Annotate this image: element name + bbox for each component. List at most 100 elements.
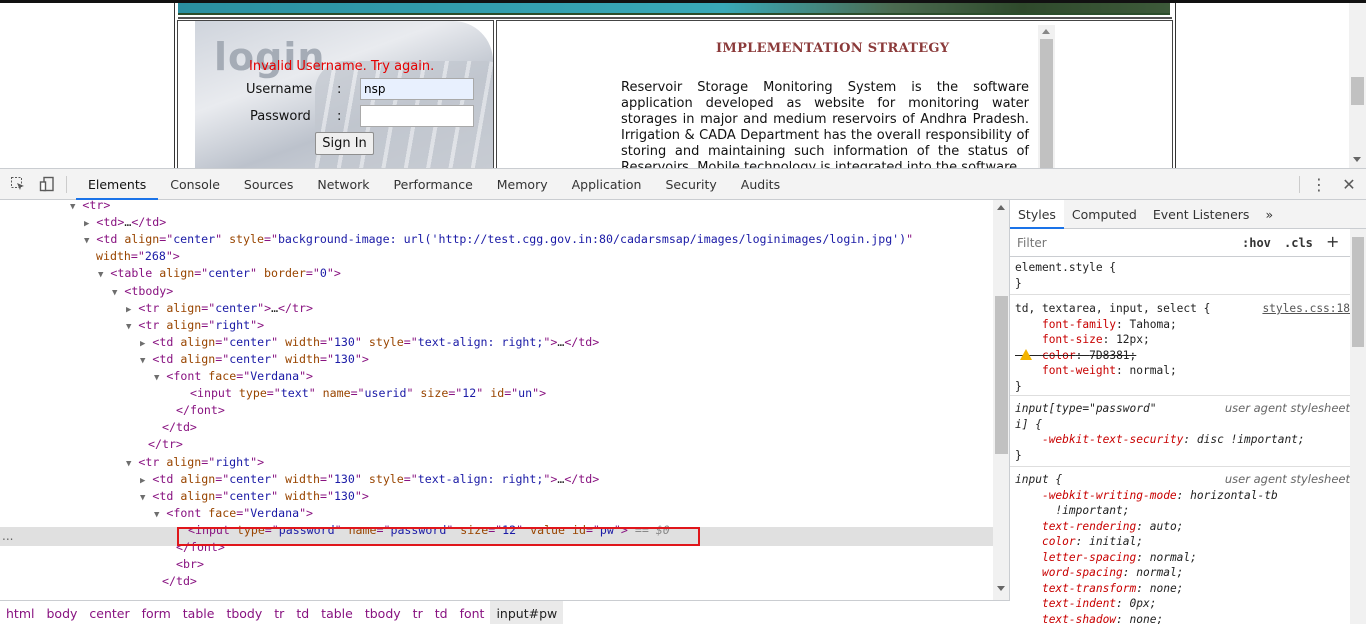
device-toolbar-icon[interactable] [38, 176, 56, 193]
styles-scroll-thumb[interactable] [1352, 237, 1364, 347]
expanded-triangle-icon[interactable]: ▼ [98, 270, 103, 280]
sign-in-button[interactable]: Sign In [315, 132, 374, 155]
styles-tab-event-listeners[interactable]: Event Listeners [1145, 200, 1258, 229]
expanded-triangle-icon[interactable]: ▼ [140, 493, 145, 503]
dom-node[interactable]: width="268"> [96, 248, 180, 265]
expanded-triangle-icon[interactable]: ▼ [154, 510, 159, 520]
tab-security[interactable]: Security [653, 169, 728, 200]
expanded-triangle-icon[interactable]: ▼ [126, 459, 131, 469]
inspect-icon[interactable] [9, 176, 27, 193]
expanded-triangle-icon[interactable]: ▼ [84, 236, 89, 246]
dom-node[interactable]: <input type="text" name="userid" size="1… [190, 385, 546, 402]
elements-scrollbar[interactable] [993, 200, 1009, 600]
dom-node[interactable]: </td> [162, 573, 197, 590]
username-input[interactable] [360, 78, 474, 100]
style-declaration[interactable]: font-size: 12px; [1015, 332, 1350, 348]
styles-scrollbar[interactable] [1350, 229, 1366, 624]
breadcrumb-item[interactable]: table [315, 601, 359, 624]
breadcrumb-item[interactable]: tbody [220, 601, 268, 624]
dom-node[interactable]: <br> [176, 556, 204, 573]
tab-performance[interactable]: Performance [382, 169, 485, 200]
breadcrumb-item[interactable]: form [136, 601, 177, 624]
style-declaration[interactable]: -webkit-text-security: disc !important; [1015, 432, 1350, 448]
password-input[interactable] [360, 105, 474, 127]
breadcrumb-item[interactable]: tbody [359, 601, 407, 624]
dom-node[interactable]: ▼ <td align="center" width="130"> [140, 351, 369, 368]
collapsed-triangle-icon[interactable]: ▶ [140, 339, 145, 349]
breadcrumb-item[interactable]: font [454, 601, 491, 624]
expanded-triangle-icon[interactable]: ▼ [70, 202, 75, 212]
scroll-down-arrow-icon[interactable] [997, 586, 1005, 591]
style-declaration[interactable]: text-transform: none; [1015, 581, 1350, 597]
expanded-triangle-icon[interactable]: ▼ [154, 373, 159, 383]
tab-elements[interactable]: Elements [76, 169, 159, 200]
page-scrollbar[interactable] [1349, 3, 1366, 168]
tab-network[interactable]: Network [305, 169, 381, 200]
style-declaration[interactable]: text-indent: 0px; [1015, 596, 1350, 612]
style-declaration[interactable]: text-shadow: none; [1015, 612, 1350, 624]
content-scrollbar[interactable] [1038, 25, 1055, 168]
breadcrumb-item[interactable]: body [40, 601, 83, 624]
scroll-down-arrow-icon[interactable] [1353, 157, 1361, 162]
breadcrumb-item[interactable]: tr [407, 601, 429, 624]
new-style-rule-button[interactable]: + [1326, 232, 1339, 251]
dom-node[interactable]: </td> [162, 419, 197, 436]
expanded-triangle-icon[interactable]: ▼ [112, 288, 117, 298]
stylesheet-source-link[interactable]: styles.css:18 [1262, 301, 1350, 317]
tab-application[interactable]: Application [560, 169, 654, 200]
tab-sources[interactable]: Sources [232, 169, 305, 200]
collapsed-triangle-icon[interactable]: ▶ [126, 305, 131, 315]
dom-node[interactable]: ▼ <td align="center" width="130"> [140, 488, 369, 505]
dom-node[interactable]: </font> [176, 402, 225, 419]
dom-node[interactable]: ▶ <td align="center" width="130" style="… [140, 334, 599, 351]
style-declaration[interactable]: -webkit-writing-mode: horizontal-tb [1015, 488, 1350, 504]
hover-state-toggle[interactable]: :hov [1242, 233, 1271, 253]
dom-node[interactable]: </tr> [148, 436, 183, 453]
dom-node[interactable]: ▼ <tr align="right"> [126, 317, 264, 334]
dom-node[interactable]: ▼ <font face="Verdana"> [154, 368, 313, 385]
styles-tab-computed[interactable]: Computed [1064, 200, 1145, 229]
collapsed-triangle-icon[interactable]: ▶ [84, 219, 89, 229]
scroll-up-arrow-icon[interactable] [997, 205, 1005, 210]
style-declaration[interactable]: !important; [1015, 503, 1350, 519]
breadcrumb-item[interactable]: input#pw [490, 600, 564, 624]
dom-node[interactable]: ▼ <table align="center" border="0"> [98, 265, 341, 282]
elements-scroll-thumb[interactable] [995, 296, 1008, 454]
style-declaration[interactable]: font-weight: normal; [1015, 363, 1350, 379]
breadcrumb-item[interactable]: html [0, 601, 40, 624]
dom-node[interactable]: ▼ <tbody> [112, 283, 173, 300]
breadcrumb-item[interactable]: table [177, 601, 221, 624]
kebab-menu-icon[interactable]: ⋮ [1311, 175, 1327, 195]
dom-node[interactable]: ▼ <tr align="right"> [126, 454, 264, 471]
styles-tab-styles[interactable]: Styles [1010, 200, 1064, 229]
expanded-triangle-icon[interactable]: ▼ [126, 322, 131, 332]
scroll-up-arrow-icon[interactable] [1042, 29, 1050, 34]
expanded-triangle-icon[interactable]: ▼ [140, 356, 145, 366]
styles-filter-input[interactable] [1014, 233, 1238, 253]
class-toggle[interactable]: .cls [1284, 233, 1313, 253]
style-declaration[interactable]: color: initial; [1015, 534, 1350, 550]
dom-node[interactable]: ▼ <td align="center" style="background-i… [84, 231, 913, 248]
style-declaration[interactable]: word-spacing: normal; [1015, 565, 1350, 581]
style-declaration[interactable]: text-rendering: auto; [1015, 519, 1350, 535]
tab-console[interactable]: Console [158, 169, 232, 200]
style-declaration[interactable]: color: 7D8381; [1015, 348, 1350, 364]
tab-memory[interactable]: Memory [485, 169, 560, 200]
close-icon[interactable]: ✕ [1339, 175, 1359, 195]
breadcrumb-item[interactable]: center [83, 601, 135, 624]
breadcrumb-item[interactable]: tr [268, 601, 290, 624]
breadcrumb-item[interactable]: td [290, 601, 315, 624]
content-scroll-thumb[interactable] [1040, 39, 1053, 168]
style-declaration[interactable]: letter-spacing: normal; [1015, 550, 1350, 566]
tab-audits[interactable]: Audits [729, 169, 792, 200]
dom-node[interactable]: ▼ <tr> [70, 200, 110, 214]
dom-node[interactable]: ▶ <td align="center" width="130" style="… [140, 471, 599, 488]
page-scroll-thumb[interactable] [1351, 77, 1364, 105]
dom-node[interactable]: ▶ <tr align="center">…</tr> [126, 300, 313, 317]
style-declaration[interactable]: font-family: Tahoma; [1015, 317, 1350, 333]
collapsed-triangle-icon[interactable]: ▶ [140, 476, 145, 486]
dom-node[interactable]: ▼ <font face="Verdana"> [154, 505, 313, 522]
more-tabs-icon[interactable]: » [1257, 200, 1281, 229]
dom-node[interactable]: ▶ <td>…</td> [84, 214, 166, 231]
breadcrumb-item[interactable]: td [429, 601, 454, 624]
